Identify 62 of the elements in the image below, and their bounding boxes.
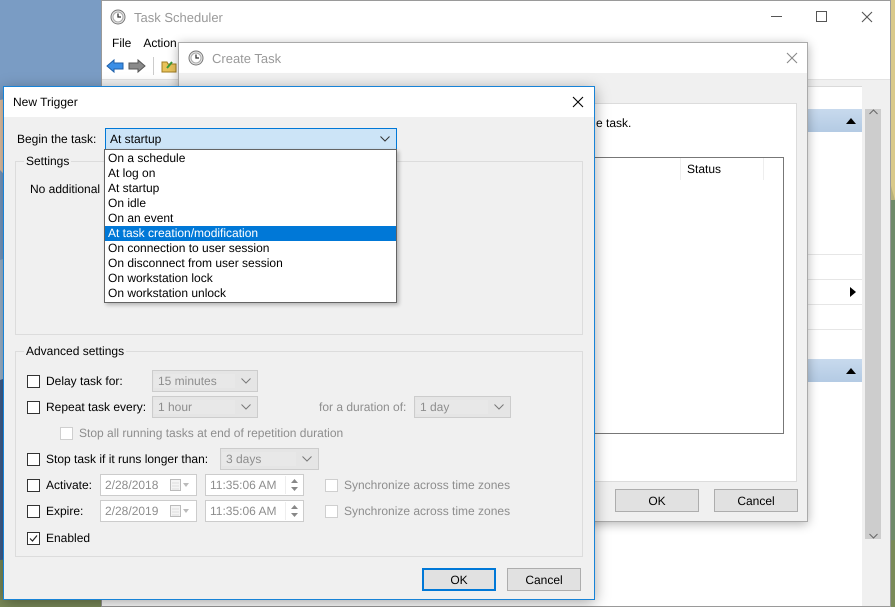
- clock-icon: [110, 9, 126, 25]
- checkbox[interactable]: [27, 452, 40, 466]
- forward-arrow-icon[interactable]: [128, 58, 146, 74]
- back-arrow-icon[interactable]: [106, 58, 124, 74]
- dropdown-option[interactable]: At log on: [105, 166, 396, 181]
- menu-item[interactable]: File: [106, 36, 138, 50]
- scroll-up-icon[interactable]: [868, 109, 878, 115]
- dialog-button[interactable]: OK: [422, 568, 496, 591]
- dialog-title: New Trigger: [13, 95, 78, 109]
- column-header[interactable]: Status: [680, 158, 764, 180]
- dropdown-option[interactable]: At task creation/modification: [105, 226, 396, 241]
- dropdown-option[interactable]: On connection to user session: [105, 241, 396, 256]
- dropdown-option[interactable]: On an event: [105, 211, 396, 226]
- option-label: Synchronize across time zones: [344, 478, 510, 492]
- description-text: e task.: [596, 116, 632, 130]
- group-title: Advanced settings: [24, 344, 126, 358]
- field-label: Begin the task:: [17, 132, 98, 146]
- collapse-arrow-icon[interactable]: [846, 368, 856, 374]
- settings-text: No additional: [30, 182, 100, 196]
- close-icon[interactable]: [572, 96, 584, 108]
- dropdown[interactable]: At startup: [105, 128, 397, 150]
- dialog-button[interactable]: Cancel: [714, 489, 798, 512]
- dropdown-option[interactable]: On workstation lock: [105, 271, 396, 286]
- maximize-icon[interactable]: [816, 11, 827, 22]
- dropdown-option[interactable]: On idle: [105, 196, 396, 211]
- option-label: Stop task if it runs longer than:: [46, 452, 210, 466]
- scroll-down-icon[interactable]: [868, 533, 878, 539]
- window-title: Task Scheduler: [134, 10, 223, 24]
- menu-item[interactable]: Action: [137, 36, 183, 50]
- option-label: Enabled: [46, 531, 90, 545]
- close-icon[interactable]: [861, 11, 873, 23]
- dropdown-option[interactable]: On workstation unlock: [105, 286, 396, 301]
- option-label: Repeat task every:: [46, 400, 148, 414]
- spin-up-icon[interactable]: [291, 505, 298, 509]
- collapse-arrow-icon[interactable]: [846, 118, 856, 124]
- clock-icon: [188, 50, 204, 66]
- chevron-down-icon[interactable]: [380, 136, 390, 142]
- dialog-button[interactable]: Cancel: [507, 568, 581, 591]
- submenu-arrow-icon[interactable]: [850, 287, 856, 297]
- dropdown-option[interactable]: On disconnect from user session: [105, 256, 396, 271]
- dropdown-option[interactable]: At startup: [105, 181, 396, 196]
- spin-up-icon[interactable]: [291, 479, 298, 483]
- spin-down-icon[interactable]: [291, 513, 298, 517]
- option-label: Activate:: [46, 478, 94, 492]
- option-label: Stop all running tasks at end of repetition duration: [79, 426, 344, 440]
- scrollbar[interactable]: [864, 108, 882, 540]
- group-title: Settings: [24, 154, 72, 168]
- window-title: Create Task: [212, 50, 282, 66]
- option-label: Delay task for:: [46, 374, 124, 388]
- dropdown-option[interactable]: On a schedule: [105, 151, 396, 166]
- section-header[interactable]: [806, 109, 862, 132]
- section-header[interactable]: [806, 359, 862, 382]
- option-label: Synchronize across time zones: [344, 504, 510, 518]
- checkbox[interactable]: [27, 478, 40, 492]
- option-label: for a duration of:: [319, 400, 408, 414]
- checkbox[interactable]: [27, 504, 40, 518]
- dialog-button[interactable]: OK: [615, 489, 699, 512]
- checkbox[interactable]: [27, 400, 40, 414]
- spin-down-icon[interactable]: [291, 487, 298, 491]
- checkbox[interactable]: [27, 532, 40, 544]
- checkbox[interactable]: [27, 374, 40, 388]
- option-label: Expire:: [46, 504, 84, 518]
